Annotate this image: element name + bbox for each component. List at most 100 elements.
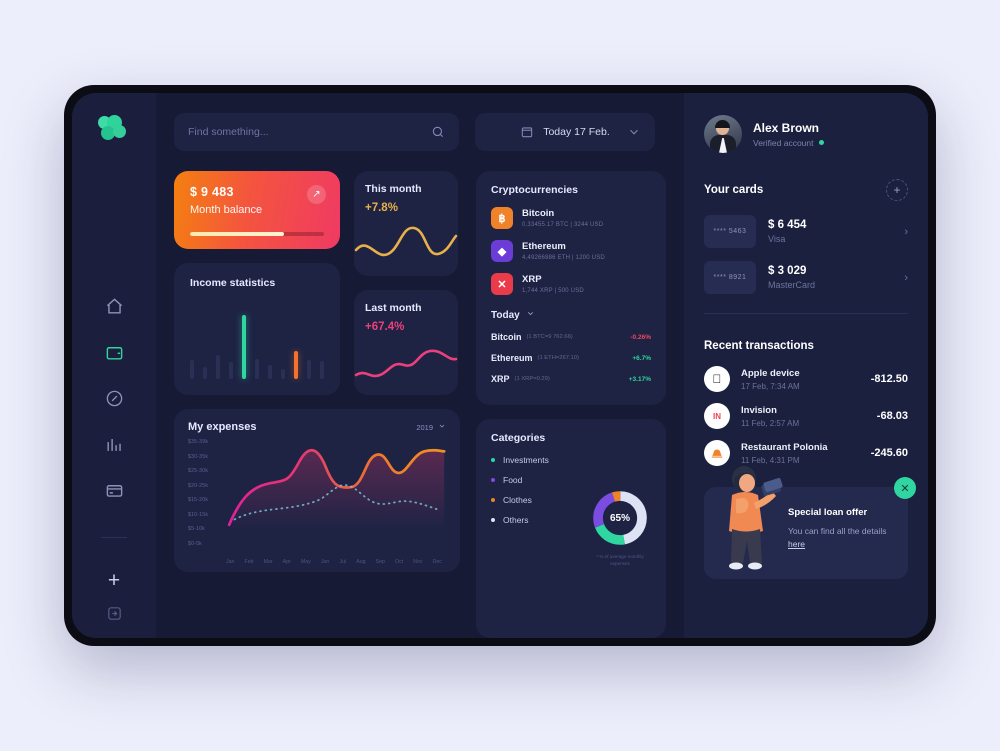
transaction-row[interactable]:  Apple device 17 Feb, 7:34 AM -812.50 <box>704 366 908 392</box>
this-month-title: This month <box>365 183 422 195</box>
categories-legend: Investments Food Clothes Others <box>491 455 549 525</box>
card-type: Visa <box>768 234 786 244</box>
card-item[interactable]: **** 5463 $ 6 454 Visa › <box>704 215 908 248</box>
add-card-button[interactable]: + <box>886 179 908 201</box>
balance-progress <box>190 232 324 236</box>
legend-item[interactable]: Food <box>491 475 549 485</box>
arrow-up-right-icon[interactable]: ↗ <box>307 185 326 204</box>
card-type: MasterCard <box>768 280 816 290</box>
crypto-row[interactable]: ✕ XRP 1,744 XRP | 500 USD <box>491 273 651 295</box>
rate-row: Bitcoin (1 BTC=9 762.66) -0.26% <box>491 332 651 342</box>
card-amount: $ 3 029 <box>768 265 807 277</box>
crypto-holdings: 4,49266886 ETH | 1200 USD <box>522 254 605 261</box>
search-bar[interactable] <box>174 113 459 151</box>
my-expenses-card: My expenses 2019 $35-39k $30-35k $25-30k… <box>174 409 460 572</box>
x-tick: May <box>300 559 311 565</box>
crypto-holdings: 1,744 XRP | 500 USD <box>522 287 584 294</box>
x-tick: Jul <box>339 559 347 565</box>
your-cards-header: Your cards + <box>704 179 908 201</box>
expenses-year-select[interactable]: 2019 <box>416 422 446 432</box>
expenses-y-axis: $35-39k $30-35k $25-30k $20-25k $15-20k … <box>188 439 222 547</box>
this-month-sparkline <box>354 226 458 257</box>
expenses-plot: $35-39k $30-35k $25-30k $20-25k $15-20k … <box>188 437 446 565</box>
search-input[interactable] <box>188 126 423 138</box>
x-tick: Feb <box>244 559 254 565</box>
chevron-down-icon <box>438 422 446 432</box>
donut-center-value: 65% <box>609 512 630 524</box>
app-logo-icon[interactable] <box>98 115 130 145</box>
income-bars <box>190 315 324 379</box>
month-balance-card[interactable]: $ 9 483 Month balance ↗ <box>174 171 340 249</box>
rate-pair: (1 BTC=9 762.66) <box>526 334 573 340</box>
chevron-right-icon[interactable]: › <box>904 226 908 238</box>
y-tick: $20-25k <box>188 482 209 489</box>
offer-link[interactable]: here <box>788 539 805 549</box>
your-cards-title: Your cards <box>704 184 764 196</box>
plus-icon: + <box>893 183 901 197</box>
last-month-value: +67.4% <box>365 321 405 333</box>
rate-pair: (1 XRP=0.29) <box>514 376 550 382</box>
legend-dot <box>491 498 495 502</box>
y-tick: $15-20k <box>188 497 209 504</box>
sidebar-item-rates[interactable] <box>101 385 127 411</box>
rate-name: XRP <box>491 374 510 384</box>
y-tick: $35-39k <box>188 439 209 445</box>
categories-card: Categories Investments Food Clothes Othe… <box>476 419 666 638</box>
profile[interactable]: Alex Brown Verified account <box>704 115 908 153</box>
sidebar-item-wallet[interactable] <box>101 339 127 365</box>
income-statistics-title: Income statistics <box>190 277 276 289</box>
legend-item[interactable]: Others <box>491 515 549 525</box>
chevron-right-icon[interactable]: › <box>904 272 908 284</box>
offer-text: You can find all the details here <box>788 525 894 551</box>
transaction-row[interactable]: IN Invision 11 Feb, 2:57 AM -68.03 <box>704 403 908 429</box>
y-tick: $25-30k <box>188 468 209 475</box>
sidebar-item-cards[interactable] <box>101 477 127 503</box>
crypto-holdings: 0,33455.17 BTC | 3244 USD <box>522 221 604 228</box>
this-month-value: +7.8% <box>365 202 398 214</box>
percent-circle-icon <box>105 389 124 408</box>
card-thumbnail: **** 5463 <box>704 215 756 248</box>
search-icon[interactable] <box>431 125 445 139</box>
transactions-header: Recent transactions <box>704 340 908 352</box>
y-tick: $5-10k <box>188 526 206 533</box>
sidebar-item-statistics[interactable] <box>101 431 127 457</box>
card-mask: **** 8921 <box>713 274 747 281</box>
restaurant-icon <box>704 440 730 466</box>
x-tick: Jun <box>320 559 330 565</box>
close-icon[interactable]: ✕ <box>894 477 916 499</box>
logout-icon <box>106 605 123 622</box>
card-amount: $ 6 454 <box>768 219 807 231</box>
sidebar-logout-button[interactable] <box>106 605 123 622</box>
sidebar-nav: + <box>101 293 127 591</box>
top-bar: Today 17 Feb. <box>174 113 666 151</box>
avatar <box>704 115 742 153</box>
transaction-date: 11 Feb, 4:31 PM <box>741 455 800 465</box>
date-picker[interactable]: Today 17 Feb. <box>475 113 655 151</box>
crypto-name: Ethereum <box>522 241 566 253</box>
invision-icon: IN <box>704 403 730 429</box>
card-mask: **** 5463 <box>713 228 747 235</box>
apple-icon:  <box>704 366 730 392</box>
chevron-down-icon <box>526 309 535 321</box>
legend-dot <box>491 478 495 482</box>
crypto-row[interactable]: ฿ Bitcoin 0,33455.17 BTC | 3244 USD <box>491 207 651 229</box>
this-month-card: This month +7.8% <box>354 171 458 276</box>
card-item[interactable]: **** 8921 $ 3 029 MasterCard › <box>704 261 908 294</box>
sidebar-divider <box>101 537 127 538</box>
wallet-icon <box>105 343 124 362</box>
rate-row: XRP (1 XRP=0.29) +3.17% <box>491 374 651 384</box>
ethereum-icon: ◆ <box>491 240 513 262</box>
today-filter[interactable]: Today <box>491 309 651 321</box>
rate-name: Bitcoin <box>491 332 522 342</box>
status-badge <box>819 140 825 145</box>
transaction-row[interactable]: Restaurant Polonia 11 Feb, 4:31 PM -245.… <box>704 440 908 466</box>
sidebar-add-button[interactable]: + <box>108 570 120 591</box>
page-root: + Today 17 Feb. $ <box>0 0 1000 751</box>
rate-name: Ethereum <box>491 353 533 363</box>
crypto-row[interactable]: ◆ Ethereum 4,49266886 ETH | 1200 USD <box>491 240 651 262</box>
legend-dot <box>491 518 495 522</box>
legend-item[interactable]: Investments <box>491 455 549 465</box>
sidebar-item-home[interactable] <box>101 293 127 319</box>
legend-item[interactable]: Clothes <box>491 495 549 505</box>
expenses-title: My expenses <box>188 421 257 433</box>
